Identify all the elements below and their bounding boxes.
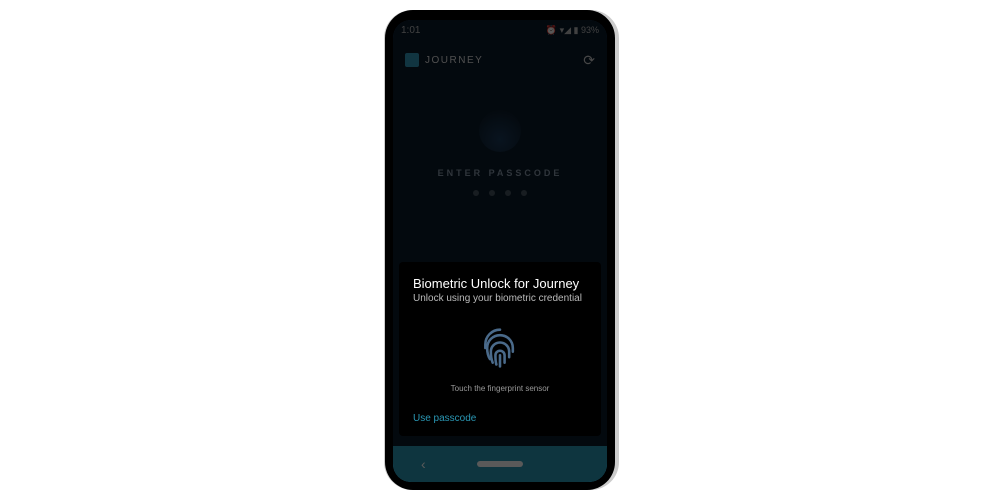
dialog-title: Biometric Unlock for Journey bbox=[413, 276, 587, 291]
fingerprint-hint: Touch the fingerprint sensor bbox=[451, 384, 550, 393]
biometric-prompt-dialog: Biometric Unlock for Journey Unlock usin… bbox=[399, 262, 601, 436]
phone-screen: 1:01 ⏰ ▾◢ ▮ 93% JOURNEY ⟳ ENTER PASSCODE bbox=[393, 20, 607, 482]
phone-device-frame: 1:01 ⏰ ▾◢ ▮ 93% JOURNEY ⟳ ENTER PASSCODE bbox=[385, 10, 615, 490]
fingerprint-icon[interactable] bbox=[478, 326, 522, 370]
dialog-subtitle: Unlock using your biometric credential bbox=[413, 293, 587, 304]
use-passcode-button[interactable]: Use passcode bbox=[413, 413, 476, 424]
